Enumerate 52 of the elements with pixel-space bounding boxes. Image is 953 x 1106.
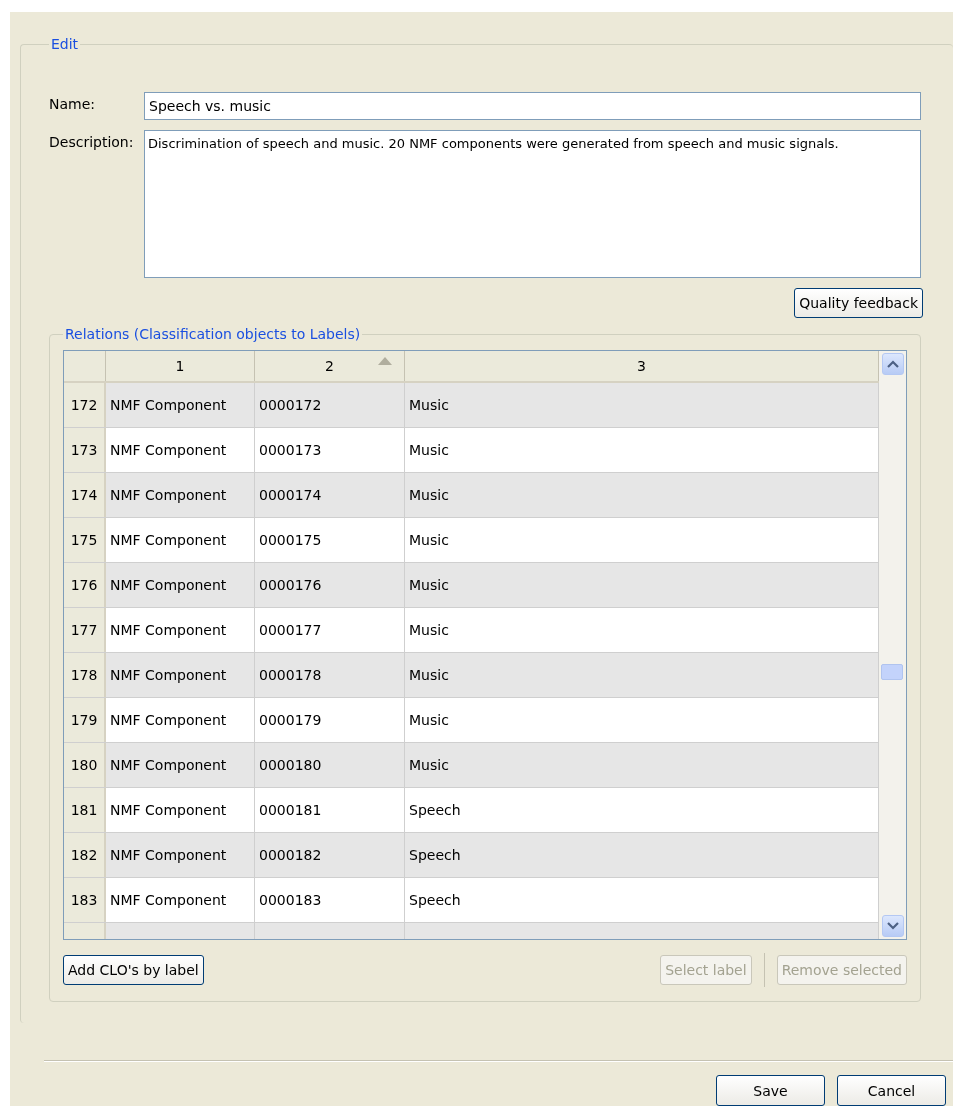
table-cell: NMF Component xyxy=(106,698,255,742)
field-label: Name: xyxy=(49,95,97,112)
table-cell: 0000173 xyxy=(255,428,405,472)
row-number: 177 xyxy=(64,608,106,652)
table-cell: 0000179 xyxy=(255,698,405,742)
row-number: 179 xyxy=(64,698,106,742)
row-number: 175 xyxy=(64,518,106,562)
row-number: 176 xyxy=(64,563,106,607)
table-cell: NMF Component xyxy=(106,788,255,832)
dialog-button[interactable]: Save xyxy=(716,1075,825,1106)
group-title: Relations (Classification objects to Labels) xyxy=(64,326,362,342)
column-header[interactable]: 1 xyxy=(106,351,255,381)
row-number: 173 xyxy=(64,428,106,472)
table-cell: NMF Component xyxy=(106,518,255,562)
row-number: 182 xyxy=(64,833,106,877)
field-label: Description: xyxy=(49,133,135,150)
table-cell: 0000180 xyxy=(255,743,405,787)
table-cell: NMF Component xyxy=(106,608,255,652)
table-cell: 0000172 xyxy=(255,383,405,427)
row-number: 180 xyxy=(64,743,106,787)
table-cell: 0000177 xyxy=(255,608,405,652)
table-cell: NMF Component xyxy=(106,878,255,922)
group-title: Edit xyxy=(50,36,80,52)
table-cell: NMF Component xyxy=(106,473,255,517)
table-cell: NMF Component xyxy=(106,563,255,607)
table-cell: 0000174 xyxy=(255,473,405,517)
row-number: 178 xyxy=(64,653,106,697)
table-cell: NMF Component xyxy=(106,653,255,697)
table-cell: 0000178 xyxy=(255,653,405,697)
row-number: 174 xyxy=(64,473,106,517)
description-field[interactable]: Discrimination of speech and music. 20 NMF components were generated from speech and music signals. xyxy=(144,130,921,278)
table-cell: 0000182 xyxy=(255,833,405,877)
dialog-button[interactable]: Cancel xyxy=(837,1075,946,1106)
row-number: 181 xyxy=(64,788,106,832)
scroll-down-icon[interactable] xyxy=(881,915,904,937)
table-cell: 0000183 xyxy=(255,878,405,922)
scrollbar[interactable] xyxy=(879,351,906,939)
row-number: 183 xyxy=(64,878,106,922)
row-number: 172 xyxy=(64,383,106,427)
table-cell: NMF Component xyxy=(106,383,255,427)
action-button[interactable]: Add CLO's by label xyxy=(63,955,204,985)
table-cell: NMF Component xyxy=(106,428,255,472)
column-header[interactable]: 2 xyxy=(255,351,405,381)
table-cell: 0000176 xyxy=(255,563,405,607)
table-cell: NMF Component xyxy=(106,833,255,877)
table-cell: 0000181 xyxy=(255,788,405,832)
name-field[interactable]: Speech vs. music xyxy=(144,92,921,120)
scroll-thumb[interactable] xyxy=(881,664,903,680)
table-cell: NMF Component xyxy=(106,743,255,787)
scroll-up-icon[interactable] xyxy=(881,353,904,375)
table-cell: 0000175 xyxy=(255,518,405,562)
quality-feedback-button[interactable]: Quality feedback xyxy=(794,288,923,318)
